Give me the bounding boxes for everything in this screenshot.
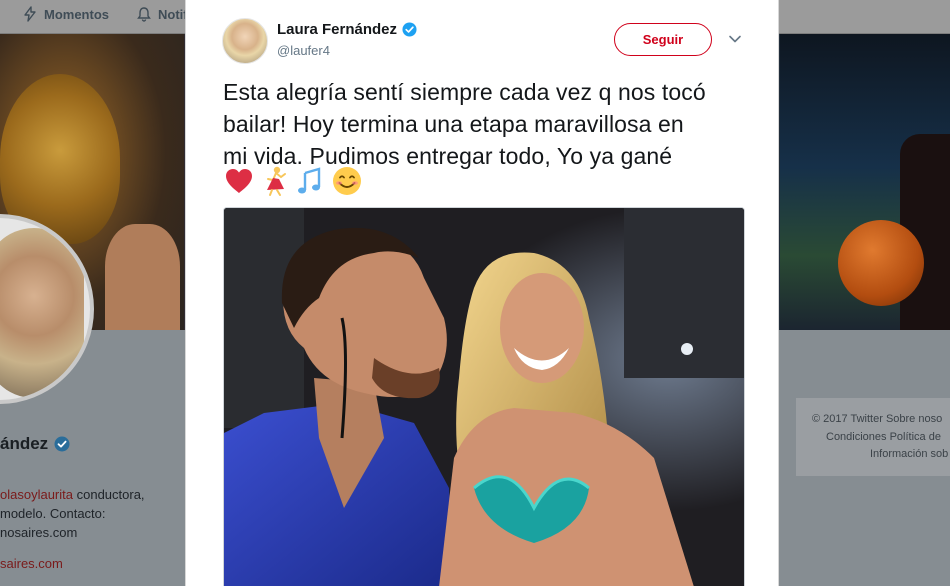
bell-icon — [137, 7, 151, 22]
basketball — [838, 220, 924, 306]
lightning-icon — [24, 6, 36, 22]
website-link[interactable]: saires.com — [0, 556, 63, 571]
profile-name-text: ández — [0, 434, 49, 453]
footer-line[interactable]: Condiciones Política de — [826, 431, 941, 443]
bio-text: conductora, — [73, 487, 145, 502]
follow-button[interactable]: Seguir — [614, 23, 712, 56]
author-handle[interactable]: @laufer4 — [277, 43, 330, 58]
dancer-icon — [267, 166, 286, 196]
chevron-down-icon[interactable] — [728, 32, 742, 46]
bio-text: modelo. Contacto: — [0, 506, 106, 521]
profile-bio-line: nosaires.com — [0, 525, 77, 540]
bio-text: nosaires.com — [0, 525, 78, 540]
author-name-text: Laura Fernández — [277, 21, 398, 38]
nav-notifications-label: Notif — [158, 6, 188, 22]
musical-notes-icon — [298, 167, 321, 194]
verified-badge-icon — [402, 22, 417, 37]
smiling-face-icon — [333, 167, 361, 195]
banner-photo-right — [780, 34, 950, 330]
tweet-card: Laura Fernández @laufer4 Seguir Esta ale… — [185, 0, 779, 586]
nav-moments[interactable]: Momentos — [22, 3, 109, 25]
footer-line[interactable]: Información sob — [870, 448, 948, 460]
tweet-photo[interactable] — [223, 207, 745, 586]
nav-moments-label: Momentos — [44, 6, 109, 22]
tweet-text: Esta alegría sentí siempre cada vez q no… — [223, 76, 763, 172]
author-avatar[interactable] — [222, 18, 268, 64]
red-heart-icon — [226, 169, 252, 193]
profile-avatar-photo — [0, 228, 84, 398]
verified-badge-icon — [54, 436, 70, 452]
nav-notifications[interactable]: Notif — [136, 3, 188, 25]
bio-link[interactable]: olasoylaurita — [0, 487, 73, 502]
profile-website[interactable]: saires.com — [0, 556, 63, 571]
profile-bio-line: olasoylaurita conductora, — [0, 487, 145, 502]
profile-bio-line: modelo. Contacto: — [0, 506, 106, 521]
tweet-text-line: bailar! Hoy termina una etapa maravillos… — [223, 111, 684, 137]
footer-line[interactable]: © 2017 Twitter Sobre noso — [812, 413, 942, 425]
tweet-photo-image — [224, 208, 744, 586]
banner-person — [105, 224, 180, 330]
tweet-text-line: Esta alegría sentí siempre cada vez q no… — [223, 79, 706, 105]
author-name[interactable]: Laura Fernández — [277, 21, 417, 38]
emoji-row — [223, 164, 363, 198]
profile-name: ández — [0, 434, 70, 454]
